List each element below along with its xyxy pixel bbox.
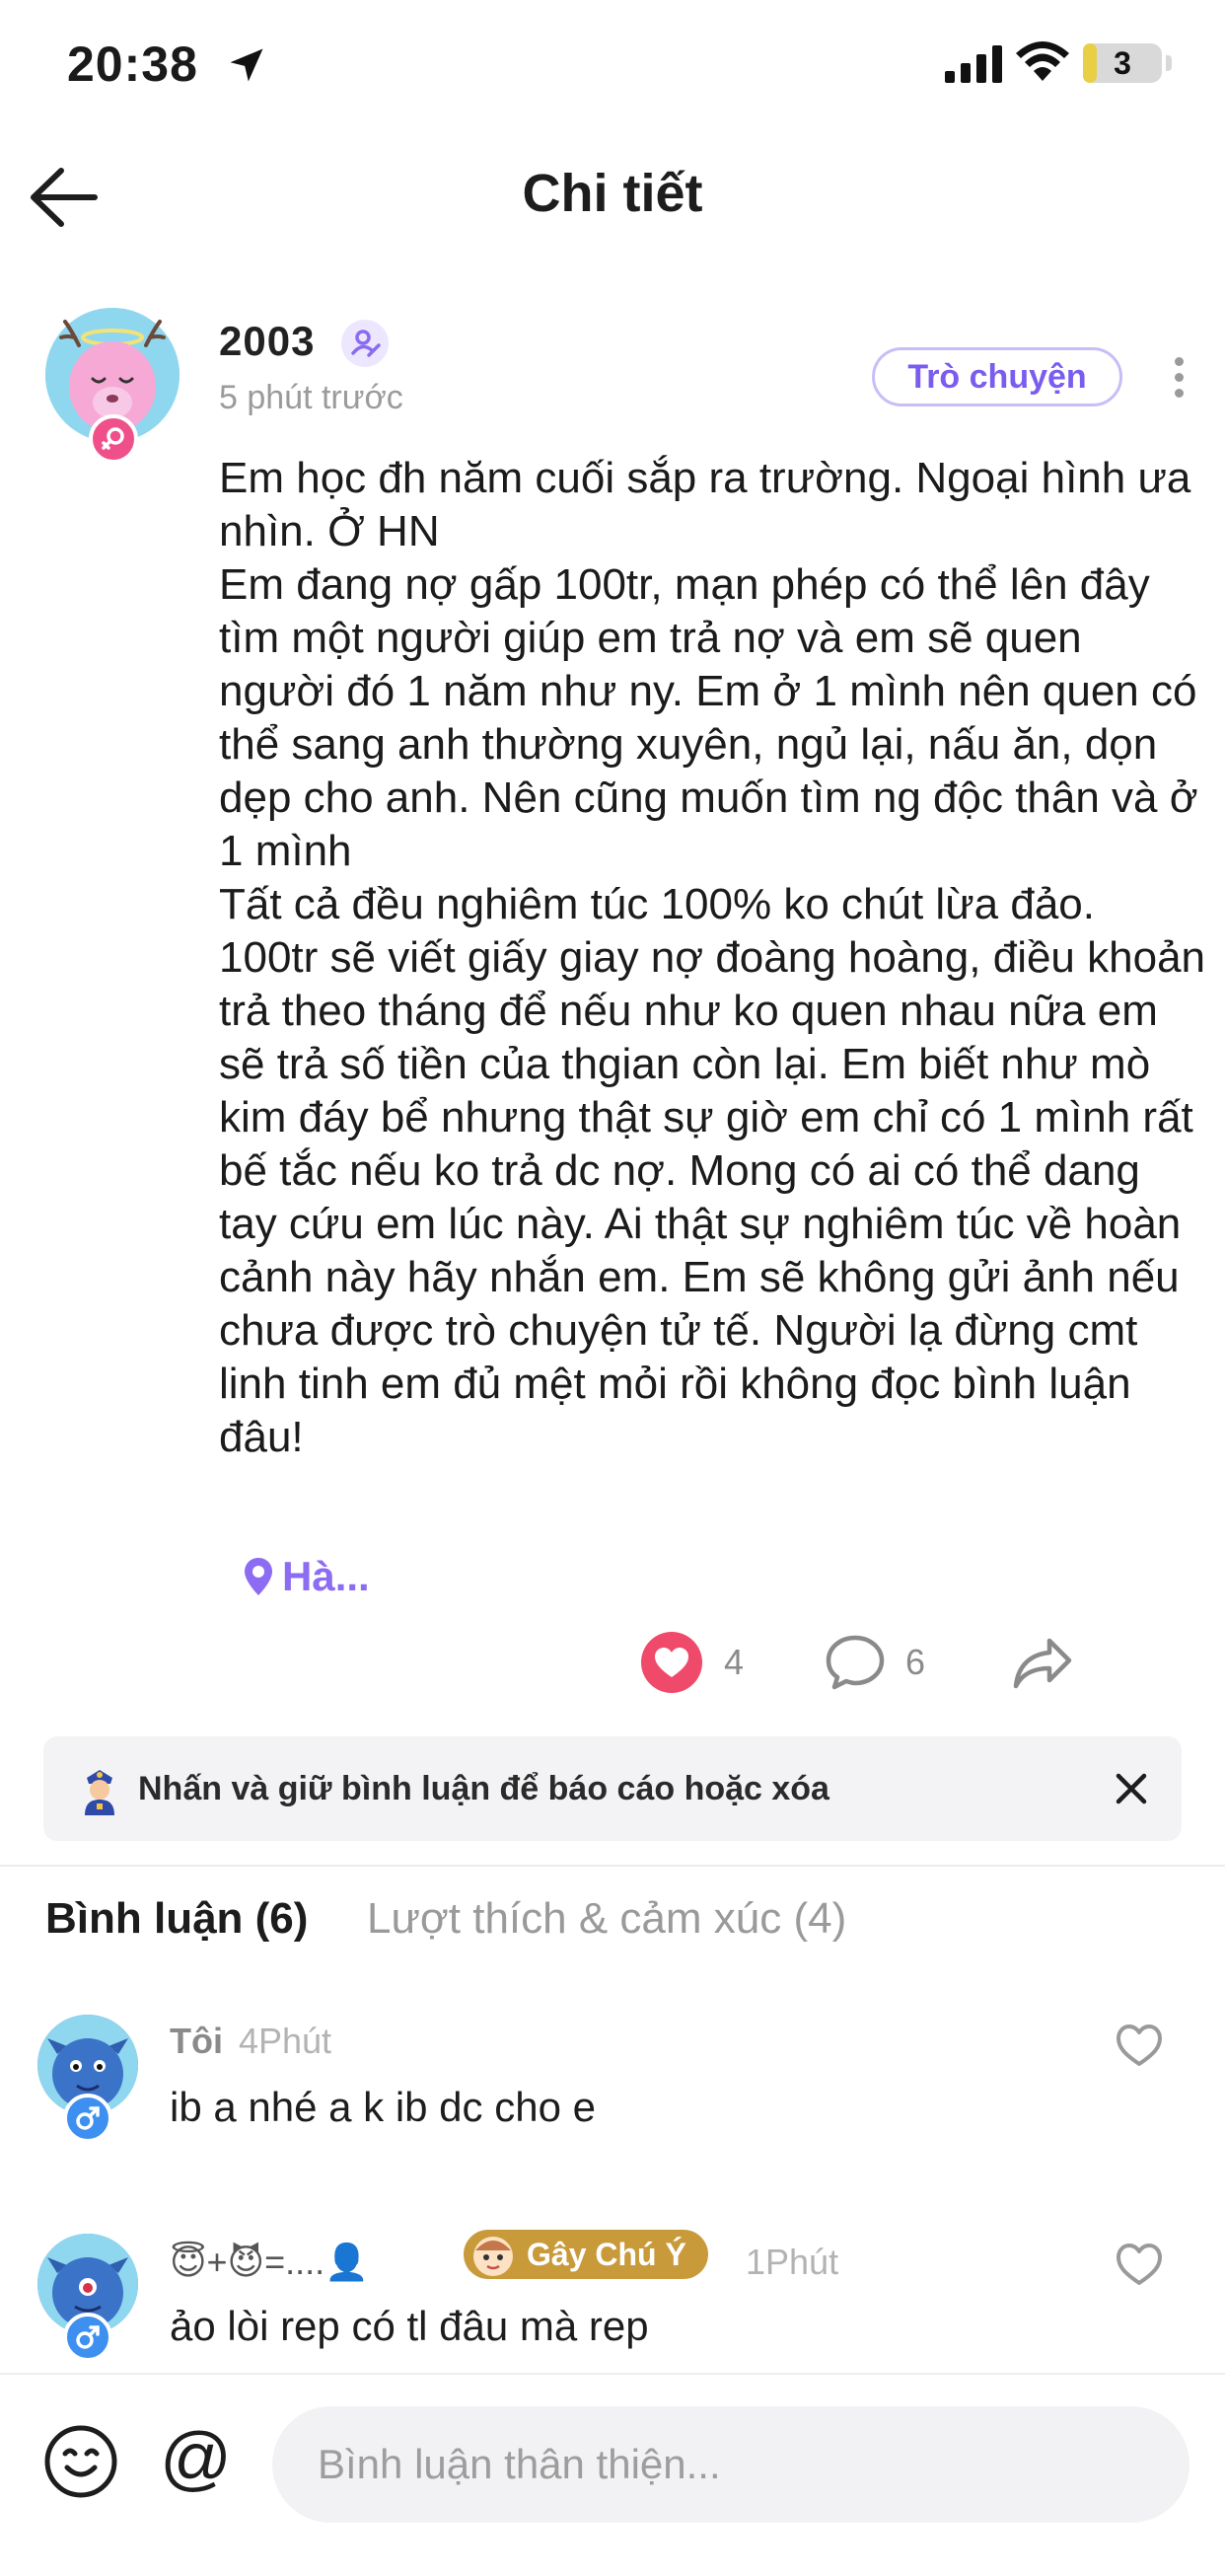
battery-cap xyxy=(1166,55,1172,71)
share-arrow-icon xyxy=(1013,1638,1072,1689)
commenter-avatar[interactable] xyxy=(37,2234,138,2362)
cellular-signal-icon xyxy=(945,45,1002,83)
commenter-name-text: Tôi xyxy=(170,2021,223,2061)
smiley-face-icon[interactable] xyxy=(43,2424,118,2499)
location-label: Hà... xyxy=(282,1553,370,1599)
male-gender-badge xyxy=(63,2313,112,2362)
location-arrow-icon xyxy=(230,48,263,82)
heart-filled-icon xyxy=(641,1632,702,1693)
more-options-button[interactable] xyxy=(1164,353,1193,403)
comment-time: 4Phút xyxy=(238,2021,332,2061)
post-time: 5 phút trước xyxy=(219,379,403,416)
comment-input[interactable] xyxy=(272,2406,1189,2523)
map-pin-icon xyxy=(245,1558,272,1595)
commenter-avatar[interactable] xyxy=(37,2015,138,2143)
tip-text: Nhấn và giữ bình luận để báo cáo hoặc xó… xyxy=(138,1770,829,1807)
battery-percent: 3 xyxy=(1114,45,1131,81)
tab-reactions[interactable]: Lượt thích & cảm xúc (4) xyxy=(367,1894,846,1944)
speech-bubble-icon xyxy=(826,1635,885,1690)
status-bar: 20:38 3 xyxy=(0,0,1225,133)
comment-time-wrap: 1Phút xyxy=(746,2242,838,2283)
tip-banner: Nhấn và giữ bình luận để báo cáo hoặc xó… xyxy=(43,1736,1182,1841)
page-title: Chi tiết xyxy=(522,164,703,223)
divider xyxy=(0,1865,1225,1867)
post-paragraph: Em đang nợ gấp 100tr, mạn phép có thể lê… xyxy=(219,560,1210,875)
badge-label: Gây Chú Ý xyxy=(527,2237,686,2272)
like-button[interactable]: 4 xyxy=(639,1628,744,1697)
heart-outline-icon[interactable] xyxy=(1115,2023,1164,2068)
post-body: Em học đh năm cuối sắp ra trường. Ngoại … xyxy=(219,452,1205,1464)
female-gender-badge xyxy=(89,414,138,464)
male-symbol-icon xyxy=(76,2106,100,2130)
tab-comments[interactable]: Bình luận (6) xyxy=(45,1894,308,1944)
male-gender-badge xyxy=(63,2094,112,2143)
heart-outline-icon[interactable] xyxy=(1115,2242,1164,2287)
user-verified-icon xyxy=(341,320,389,367)
author-name[interactable]: 2003 xyxy=(219,318,315,365)
nav-bar: Chi tiết xyxy=(0,133,1225,261)
comment-time: 1Phút xyxy=(746,2242,839,2282)
comment-count: 6 xyxy=(905,1642,926,1682)
post-paragraph: Tất cả đều nghiêm túc 100% ko chút lừa đ… xyxy=(219,880,1218,1461)
wifi-icon xyxy=(1016,41,1069,81)
female-symbol-icon xyxy=(102,427,124,450)
share-button[interactable] xyxy=(1010,1628,1075,1697)
male-symbol-icon xyxy=(76,2325,100,2349)
like-count: 4 xyxy=(724,1642,745,1682)
commenter-name: 😇+😈=....👤 xyxy=(170,2242,369,2283)
battery-icon: 3 xyxy=(1083,43,1162,83)
post-location[interactable]: Hà... xyxy=(243,1547,370,1606)
dot xyxy=(1175,389,1184,398)
comment-text: ảo lòi rep có tl đâu mà rep xyxy=(170,2303,649,2349)
chat-button[interactable]: Trò chuyện xyxy=(872,347,1122,406)
achievement-badge[interactable]: Gây Chú Ý xyxy=(464,2230,708,2279)
commenter-name-text: 😇+😈=....👤 xyxy=(170,2242,369,2282)
police-officer-icon xyxy=(85,1770,114,1815)
author-avatar[interactable] xyxy=(45,308,180,464)
post-paragraph: Em học đh năm cuối sắp ra trường. Ngoại … xyxy=(219,454,1203,555)
commenter-name: Tôi 4Phút xyxy=(170,2021,331,2062)
angel-baby-icon xyxy=(473,2237,513,2276)
comment-item[interactable]: 😇+😈=....👤 Gây Chú Ý 1Phút ảo lòi rep có … xyxy=(0,2228,1225,2386)
comment-composer: @ xyxy=(0,2373,1225,2576)
comment-button[interactable]: 6 xyxy=(825,1628,925,1697)
comment-text: ib a nhé a k ib dc cho e xyxy=(170,2084,596,2130)
post-actions: 4 6 xyxy=(0,1628,1225,1697)
close-icon[interactable] xyxy=(1109,1766,1154,1811)
comment-item[interactable]: Tôi 4Phút ib a nhé a k ib dc cho e xyxy=(0,2009,1225,2167)
status-time: 20:38 xyxy=(67,37,198,92)
mention-button[interactable]: @ xyxy=(160,2414,232,2503)
dot xyxy=(1175,373,1184,382)
dot xyxy=(1175,357,1184,366)
